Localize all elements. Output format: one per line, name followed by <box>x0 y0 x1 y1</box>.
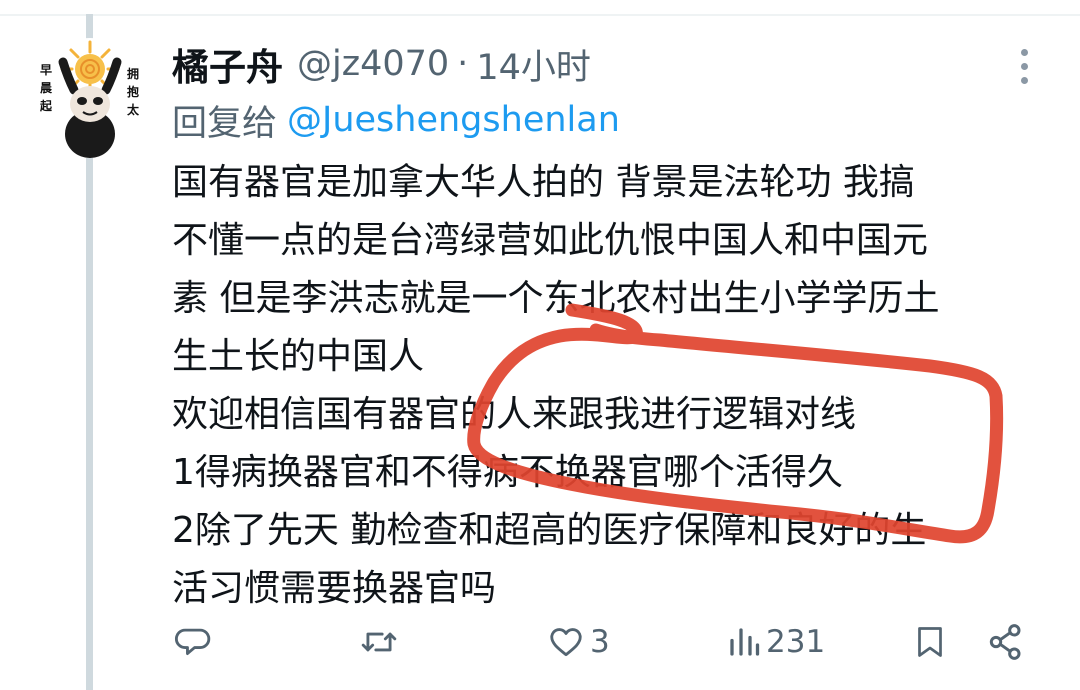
retweet-button[interactable] <box>358 614 400 670</box>
avatar-text-left-3: 起 <box>39 98 53 113</box>
tweet-text-line: 素 但是李洪志就是一个东北农村出生小学学历土 <box>172 278 940 319</box>
tweet-text-line: 国有器官是加拿大华人拍的 背景是法轮功 我搞 <box>172 162 915 203</box>
tweet-text: 国有器官是加拿大华人拍的 背景是法轮功 我搞 不懂一点的是台湾绿营如此仇恨中国人… <box>172 154 1052 618</box>
tweet-text-line: 不懂一点的是台湾绿营如此仇恨中国人和中国元 <box>172 220 929 261</box>
retweet-arrows-icon <box>361 632 397 652</box>
views-count: 231 <box>766 624 826 660</box>
reply-to-handle-link[interactable]: @Jueshengshenlan <box>287 100 620 140</box>
reply-prefix: 回复给 <box>172 103 278 144</box>
avatar-text-right-3: 太 <box>127 102 140 117</box>
more-dot-icon <box>1020 62 1028 70</box>
like-count: 3 <box>590 624 610 660</box>
bookmark-icon <box>918 627 942 657</box>
header-separator: · <box>457 44 469 84</box>
reply-context: 回复给 @Jueshengshenlan <box>172 94 620 146</box>
avatar-image: 早 晨 起 拥 抱 太 <box>39 40 140 158</box>
tweet-header: 橘子舟 @jz4070 · 14小时 <box>172 36 591 92</box>
tweet-text-line: 欢迎相信国有器官的人来跟我进行逻辑对线 <box>172 394 857 435</box>
tweet-actions: 3 231 <box>0 614 1080 674</box>
more-options-button[interactable] <box>1008 42 1040 90</box>
tweet-text-line: 1得病换器官和不得病不换器官哪个活得久 <box>172 452 843 493</box>
avatar[interactable]: 早 晨 起 拥 抱 太 <box>30 38 150 158</box>
bar-chart-icon <box>730 628 760 656</box>
timestamp[interactable]: 14小时 <box>476 39 591 90</box>
speech-bubble-icon <box>174 628 211 655</box>
avatar-text-right-1: 拥 <box>127 66 139 81</box>
avatar-text-right-2: 抱 <box>127 84 139 99</box>
share-nodes-icon <box>989 624 1021 660</box>
avatar-text-left-2: 晨 <box>40 81 53 95</box>
user-handle[interactable]: @jz4070 <box>297 44 449 84</box>
like-button[interactable]: 3 <box>546 614 610 670</box>
share-button[interactable] <box>986 614 1026 670</box>
top-divider <box>0 14 1080 16</box>
views-button[interactable]: 231 <box>726 614 825 670</box>
more-dot-icon <box>1020 76 1028 84</box>
avatar-text-left-1: 早 <box>40 63 52 77</box>
tweet-text-line: 2除了先天 勤检查和超高的医疗保障和良好的生 <box>172 510 927 551</box>
bookmark-button[interactable] <box>912 614 948 670</box>
heart-outline-icon <box>550 628 582 657</box>
tweet-text-line: 活习惯需要换器官吗 <box>172 568 497 609</box>
reply-button[interactable] <box>174 614 212 670</box>
tweet-text-line: 生土长的中国人 <box>172 336 425 377</box>
more-dot-icon <box>1020 48 1028 56</box>
display-name[interactable]: 橘子舟 <box>172 37 283 91</box>
